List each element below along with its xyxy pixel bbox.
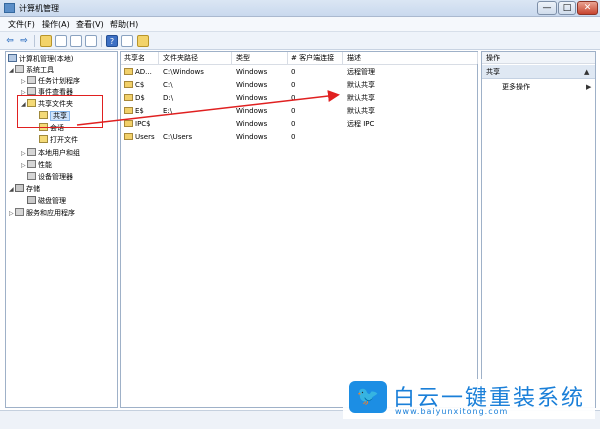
annotation-arrow [76, 90, 340, 126]
brand-url: www.baiyunxitong.com [395, 407, 509, 416]
bird-logo-icon: 🐦 [349, 381, 387, 413]
watermark-banner: 🐦 白云一键重装系统 www.baiyunxitong.com [343, 379, 595, 419]
arrow-line [76, 90, 340, 126]
